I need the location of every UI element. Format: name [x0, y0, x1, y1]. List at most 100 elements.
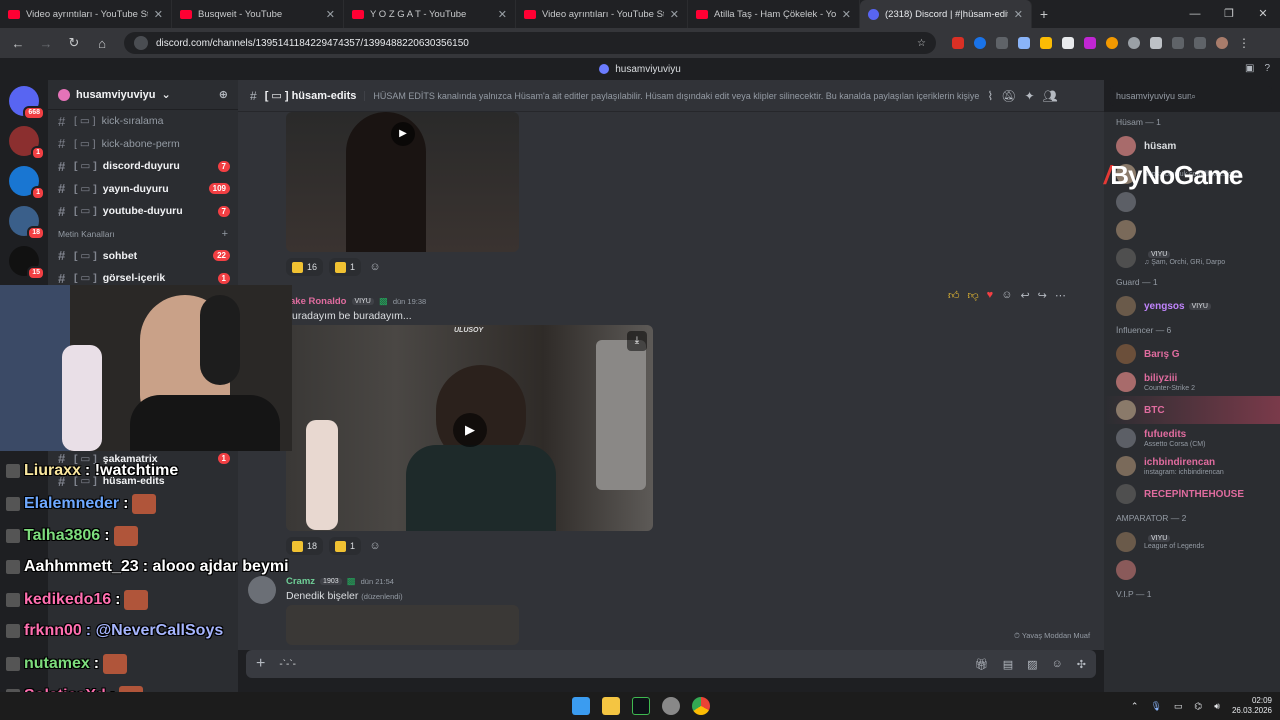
volume-icon[interactable]: 🔊︎ [1214, 701, 1220, 712]
browser-tab[interactable]: Video ayrıntıları - YouTube Studio ✕ [516, 0, 688, 28]
chevron-up-icon[interactable]: ⌃ [1131, 701, 1139, 712]
server-icon[interactable]: 18 [9, 206, 45, 240]
channel-topic[interactable]: HÜSAM EDİTS kanalında yalnızca Hüsam'a a… [364, 90, 979, 101]
extension-icon[interactable] [1128, 37, 1140, 49]
thumbs-up-icon[interactable]: 👍︎ [948, 289, 960, 302]
add-reaction-icon[interactable]: ☺ [1001, 289, 1012, 301]
member-item[interactable] [1104, 188, 1280, 216]
browser-tab[interactable]: Atilla Taş - Ham Çökelek - YouTube ✕ [688, 0, 860, 28]
browser-tab[interactable]: (2318) Discord | #|hüsam-edits ✕ [860, 0, 1032, 28]
direct-messages-icon[interactable]: 668 [9, 86, 45, 120]
channel-item[interactable]: # [ ▭ ] kick-sıralama [48, 110, 238, 133]
site-info-icon[interactable] [134, 36, 148, 50]
bookmark-star-icon[interactable]: ☆ [917, 38, 926, 49]
video-attachment[interactable]: ▶ [286, 112, 519, 252]
member-item[interactable]: ichbindirencan instagram: ichbindirencan [1104, 452, 1280, 480]
microphone-icon[interactable]: 🎙︎ [1150, 701, 1161, 712]
channel-item[interactable]: # [ ▭ ] discord-duyuru 7 [48, 155, 238, 178]
add-reaction-icon[interactable]: ☺ [367, 538, 383, 554]
display-icon[interactable]: ▭ [1174, 701, 1183, 712]
close-window-icon[interactable]: ✕ [1246, 0, 1280, 28]
browser-tab[interactable]: Busqweit - YouTube ✕ [172, 0, 344, 28]
shield-extension-icon[interactable] [1150, 37, 1162, 49]
adblock-extension-icon[interactable] [952, 37, 964, 49]
member-item[interactable]: RECEPİNTHEHOUSE [1104, 480, 1280, 508]
home-icon[interactable]: ⌂ [90, 36, 114, 51]
avatar[interactable] [248, 576, 276, 604]
chrome-icon[interactable] [692, 697, 710, 715]
browser-tab[interactable]: Y O Z G A T - YouTube ✕ [344, 0, 516, 28]
search-input[interactable]: husamviyuviyu sunucusunu ara ⌕ [1110, 86, 1272, 106]
forward-icon[interactable]: ↪ [1038, 289, 1047, 302]
play-icon[interactable]: ▶ [391, 122, 415, 146]
invite-people-icon[interactable]: ⊕ [219, 88, 228, 101]
member-item[interactable]: hüsam [1104, 132, 1280, 160]
url-field[interactable]: discord.com/channels/1395141184229474357… [124, 32, 936, 54]
reaction-thumbs-up[interactable]: 18 [286, 537, 324, 555]
upload-plus-icon[interactable]: + [256, 655, 265, 673]
server-header[interactable]: husamviyuviyu ⌄ ⊕ [48, 80, 238, 110]
member-item[interactable]: Barış G [1104, 340, 1280, 368]
close-tab-icon[interactable]: ✕ [498, 8, 507, 21]
clock[interactable]: 02:09 26.03.2026 [1232, 696, 1272, 716]
server-icon[interactable]: 15 [9, 246, 45, 280]
extension-icon[interactable] [1062, 37, 1074, 49]
server-icon[interactable]: 1 [9, 166, 45, 200]
reaction-thumbs-down[interactable]: 1 [329, 537, 362, 555]
help-icon[interactable]: ? [1264, 63, 1270, 74]
video-attachment[interactable] [286, 605, 519, 645]
reaction-thumbs-down[interactable]: 1 [329, 258, 362, 276]
reload-icon[interactable]: ↻ [62, 35, 86, 51]
reaction-thumbs-up[interactable]: 16 [286, 258, 324, 276]
emoji-icon[interactable]: ☺ [1052, 658, 1063, 670]
new-tab-button[interactable]: + [1032, 6, 1056, 22]
member-item[interactable] [1104, 556, 1280, 584]
extension-icon[interactable] [1106, 37, 1118, 49]
apps-icon[interactable]: ✣ [1077, 658, 1086, 671]
channel-item[interactable]: # [ ▭ ] yayın-duyuru 109 [48, 178, 238, 201]
app-icon[interactable] [662, 697, 680, 715]
reading-list-icon[interactable] [1194, 37, 1206, 49]
terminal-icon[interactable] [632, 697, 650, 715]
gif-icon[interactable]: ▤ [1003, 658, 1013, 671]
author-name[interactable]: Cramz [286, 576, 315, 587]
close-tab-icon[interactable]: ✕ [670, 8, 679, 21]
play-icon[interactable]: ▶ [453, 413, 487, 447]
network-icon[interactable]: ⌬ [1194, 701, 1202, 712]
sticker-icon[interactable]: ▨ [1027, 658, 1037, 671]
add-channel-icon[interactable]: + [222, 228, 228, 240]
close-tab-icon[interactable]: ✕ [1014, 8, 1023, 21]
heart-icon[interactable]: ♥ [987, 289, 994, 301]
member-list-icon[interactable]: 👥︎ [1043, 89, 1058, 103]
channel-item[interactable]: # [ ▭ ] sohbet 22 [48, 245, 238, 268]
member-item[interactable]: fufuedits Assetto Corsa (CM) [1104, 424, 1280, 452]
forward-icon[interactable]: → [34, 36, 58, 51]
extensions-puzzle-icon[interactable] [1172, 37, 1184, 49]
server-icon[interactable]: 1 [9, 126, 45, 160]
video-attachment[interactable]: ULUSOY ▶ ⤓ [286, 325, 653, 531]
member-item[interactable] [1104, 216, 1280, 244]
add-reaction-icon[interactable]: ☺ [367, 259, 383, 275]
browser-tab[interactable]: Video ayrıntıları - YouTube Studio ✕ [0, 0, 172, 28]
message-input[interactable]: -`-`- [279, 659, 960, 670]
file-explorer-icon[interactable] [602, 697, 620, 715]
category-header[interactable]: Metin Kanalları + [48, 223, 238, 245]
member-item[interactable]: yengsos VIYU [1104, 292, 1280, 320]
member-item[interactable]: VIYU ♫ Şam, Orchi, GRi, Darpo [1104, 244, 1280, 272]
browser-menu-icon[interactable]: ⋮ [1238, 36, 1250, 50]
gift-icon[interactable]: 🎁︎ [975, 658, 989, 671]
mute-icon[interactable]: 🔕︎ [1001, 89, 1016, 103]
member-item[interactable]: BTC [1104, 396, 1280, 424]
threads-icon[interactable]: ⌇ [987, 89, 993, 103]
thumbs-down-icon[interactable]: 👎︎ [968, 289, 979, 302]
reply-icon[interactable]: ↩ [1020, 289, 1029, 302]
windows-start-icon[interactable] [572, 697, 590, 715]
member-item[interactable]: biliyziii Counter-Strike 2 [1104, 368, 1280, 396]
download-icon[interactable]: ⤓ [627, 331, 647, 351]
profile-avatar[interactable] [1216, 37, 1228, 49]
back-icon[interactable]: ← [6, 36, 30, 51]
channel-item[interactable]: # [ ▭ ] kick-abone-perm [48, 133, 238, 156]
close-tab-icon[interactable]: ✕ [326, 8, 335, 21]
extension-icon[interactable] [1018, 37, 1030, 49]
extension-icon[interactable] [1084, 37, 1096, 49]
